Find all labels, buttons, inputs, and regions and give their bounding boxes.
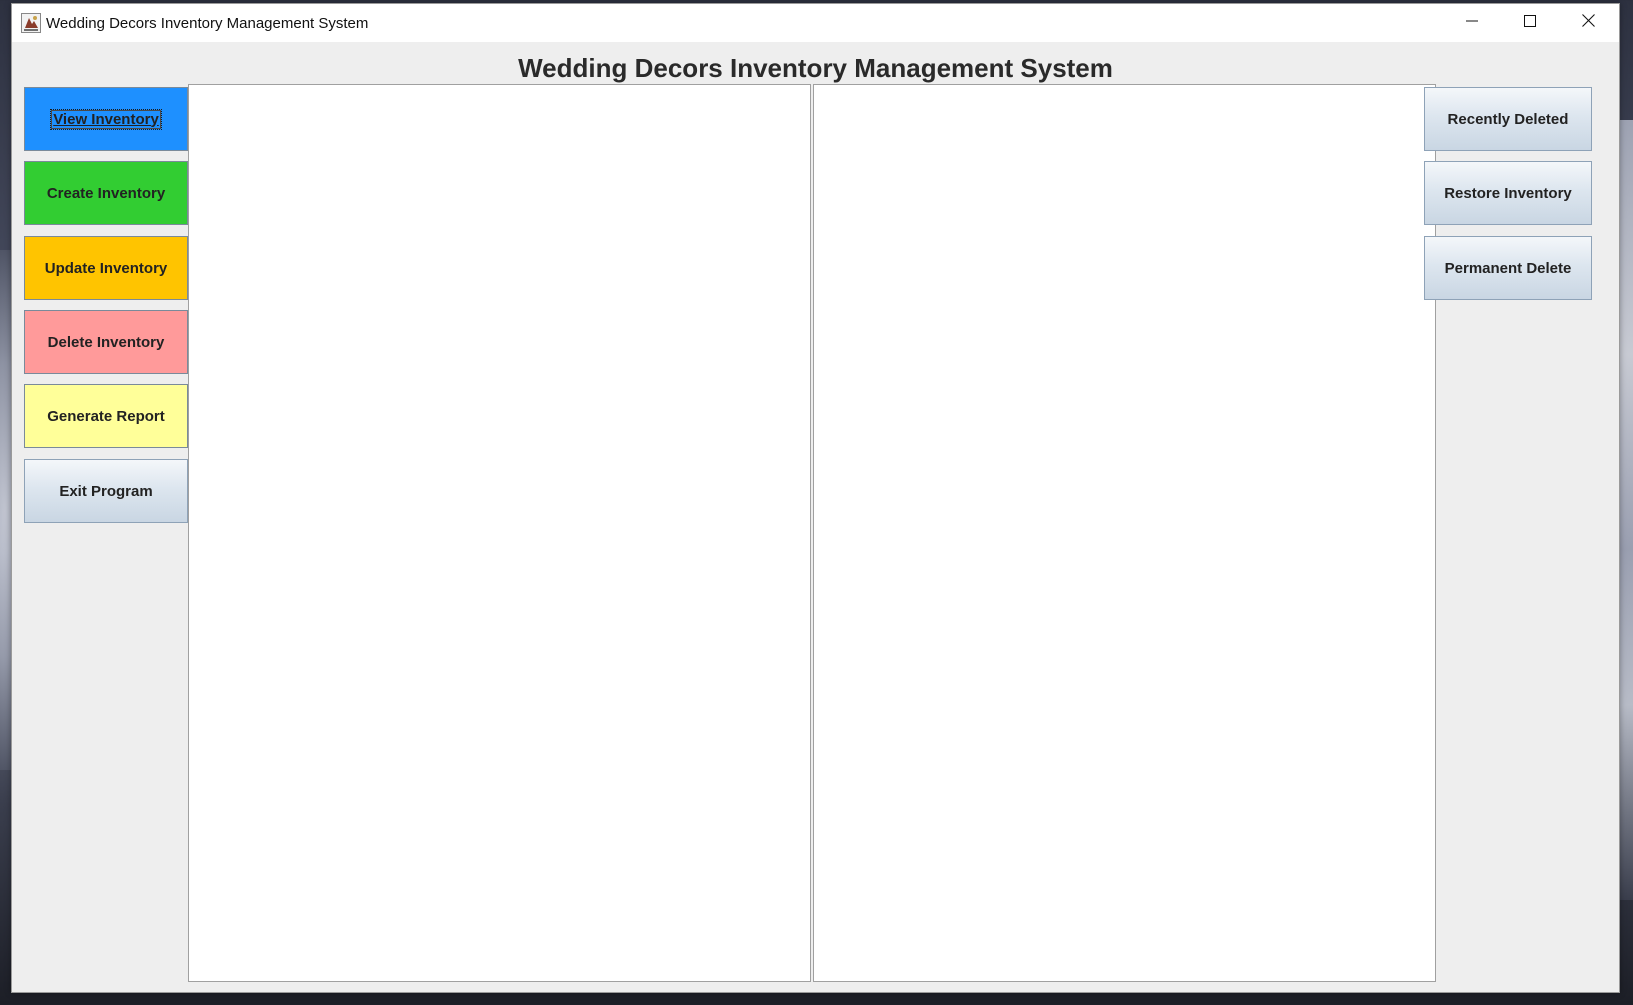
java-app-icon	[21, 13, 41, 33]
view-inventory-button[interactable]: View Inventory	[24, 87, 188, 151]
generate-report-button[interactable]: Generate Report	[24, 384, 188, 448]
app-window: Wedding Decors Inventory Management Syst…	[11, 3, 1620, 993]
recently-deleted-label: Recently Deleted	[1447, 110, 1569, 128]
exit-program-button[interactable]: Exit Program	[24, 459, 188, 523]
window-title: Wedding Decors Inventory Management Syst…	[46, 15, 369, 32]
create-inventory-button[interactable]: Create Inventory	[24, 161, 188, 225]
permanent-delete-button[interactable]: Permanent Delete	[1424, 236, 1592, 300]
close-button[interactable]	[1559, 4, 1617, 42]
create-inventory-label: Create Inventory	[46, 184, 166, 202]
update-inventory-button[interactable]: Update Inventory	[24, 236, 188, 300]
update-inventory-label: Update Inventory	[44, 259, 168, 277]
restore-inventory-label: Restore Inventory	[1444, 184, 1572, 202]
minimize-icon	[1466, 14, 1478, 32]
recently-deleted-button[interactable]: Recently Deleted	[1424, 87, 1592, 151]
delete-inventory-button[interactable]: Delete Inventory	[24, 310, 188, 374]
permanent-delete-label: Permanent Delete	[1444, 259, 1572, 277]
exit-program-label: Exit Program	[59, 482, 153, 500]
close-icon	[1581, 14, 1595, 32]
restore-inventory-button[interactable]: Restore Inventory	[1424, 161, 1592, 225]
page-title: Wedding Decors Inventory Management Syst…	[518, 53, 1113, 83]
maximize-button[interactable]	[1501, 4, 1559, 42]
inventory-display-panel-left[interactable]	[188, 84, 811, 982]
generate-report-label: Generate Report	[47, 407, 165, 425]
delete-inventory-label: Delete Inventory	[47, 333, 165, 351]
minimize-button[interactable]	[1443, 4, 1501, 42]
maximize-icon	[1524, 14, 1536, 32]
view-inventory-label: View Inventory	[50, 108, 162, 130]
window-titlebar[interactable]: Wedding Decors Inventory Management Syst…	[12, 4, 1619, 42]
inventory-display-panel-right[interactable]	[813, 84, 1436, 982]
